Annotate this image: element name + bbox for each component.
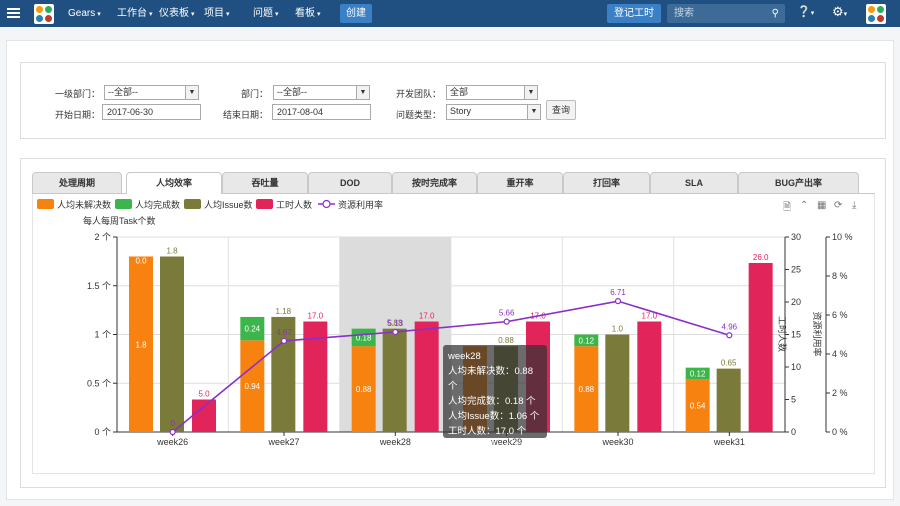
utilization-point [614, 298, 622, 305]
bar-issues [382, 328, 407, 432]
bar-done-label: 0.12 [579, 336, 595, 345]
tooltip-line: 工时人数：17.0 个 [448, 426, 527, 437]
bar-unresolved-label: 0.88 [356, 385, 372, 394]
y-right2-tick-label: 6 % [832, 310, 848, 320]
tooltip-title: week28 [448, 351, 481, 362]
bar-unresolved-label: 0.54 [690, 402, 706, 411]
utilization-point [726, 332, 733, 339]
utilization-point [169, 428, 176, 436]
y-right-tick-label: 10 [791, 362, 801, 372]
bar-issues [716, 368, 741, 432]
bar-issues-label: 0.88 [498, 336, 514, 345]
bar-hours-label: 5.0 [198, 390, 210, 399]
x-tick-label: week30 [601, 437, 633, 447]
bar-issues [160, 256, 184, 432]
x-tick-label: week31 [713, 437, 745, 447]
bar-unresolved-label: 1.8 [135, 340, 147, 349]
bar-unresolved-label: 0.88 [579, 385, 595, 394]
bar-done-label: 0.0 [135, 257, 147, 266]
y-right2-tick-label: 10 % [832, 232, 853, 242]
tooltip-line: 人均完成数：0.18 个 [448, 396, 536, 407]
bar-issues-label: 1.18 [276, 307, 292, 316]
y-left-tick-label: 2 个 [94, 232, 111, 242]
bar-issues-label: 1.0 [612, 325, 624, 334]
y-left-tick-label: 1 个 [94, 330, 111, 340]
y-right-tick-label: 25 [791, 265, 801, 275]
y-right-tick-label: 15 [791, 330, 801, 340]
y-right-tick-label: 30 [791, 232, 801, 242]
utilization-label: 5.13 [388, 319, 404, 328]
bar-hours [192, 399, 216, 432]
y-right-tick-label: 0 [791, 427, 796, 437]
bar-issues [605, 334, 630, 432]
y-left-axis-title: 每人每周Task个数 [83, 215, 156, 226]
bar-hours-label: 17.0 [308, 312, 324, 321]
bar-hours-label: 17.0 [419, 312, 435, 321]
utilization-point [392, 328, 399, 336]
x-tick-label: week28 [379, 437, 411, 447]
utilization-label: 5.66 [499, 309, 515, 318]
bar-hours-label: 26.0 [753, 253, 769, 262]
tooltip-line: 资源利用率：5.13 % [448, 441, 535, 452]
utilization-label: 4.96 [722, 322, 738, 331]
y-left-tick-label: 0 个 [94, 427, 111, 437]
x-tick-label: week26 [156, 437, 188, 447]
bar-issues-label: 1.8 [166, 247, 178, 256]
tab-item[interactable]: 人均效率 [126, 172, 222, 194]
utilization-point [280, 337, 288, 345]
y-right-tick-label: 20 [791, 297, 801, 307]
bar-done-label: 0.12 [690, 370, 706, 379]
y-right2-tick-label: 8 % [832, 271, 848, 281]
tooltip-line: 人均未解决数：0.88 个 [448, 366, 533, 392]
y-left-tick-label: 1.5 个 [87, 281, 111, 291]
y-right2-tick-label: 0 % [832, 427, 848, 437]
y-right2-axis-title: 资源利用率 [812, 311, 823, 356]
utilization-label: 0 [170, 419, 175, 428]
bar-issues-label: 0.65 [721, 359, 737, 368]
utilization-point [503, 318, 510, 325]
bar-unresolved-label: 0.94 [245, 382, 261, 391]
bar-hours [414, 321, 439, 432]
utilization-label: 6.71 [610, 288, 626, 297]
y-left-tick-label: 0.5 个 [87, 378, 111, 388]
bar-hours [637, 321, 662, 432]
x-tick-label: week27 [267, 437, 299, 447]
y-right-tick-label: 5 [791, 395, 796, 405]
y-right2-tick-label: 4 % [832, 349, 848, 359]
tooltip-line: 人均Issue数：1.06 个 [448, 411, 540, 422]
y-right-axis-title: 工时人数 [777, 316, 788, 352]
bar-hours [748, 263, 773, 432]
y-right2-tick-label: 2 % [832, 388, 848, 398]
bar-done-label: 0.24 [245, 325, 261, 334]
utilization-label: 4.67 [276, 328, 292, 337]
chart-tooltip: week28 人均未解决数：0.88 个 人均完成数：0.18 个 人均Issu… [443, 345, 547, 452]
